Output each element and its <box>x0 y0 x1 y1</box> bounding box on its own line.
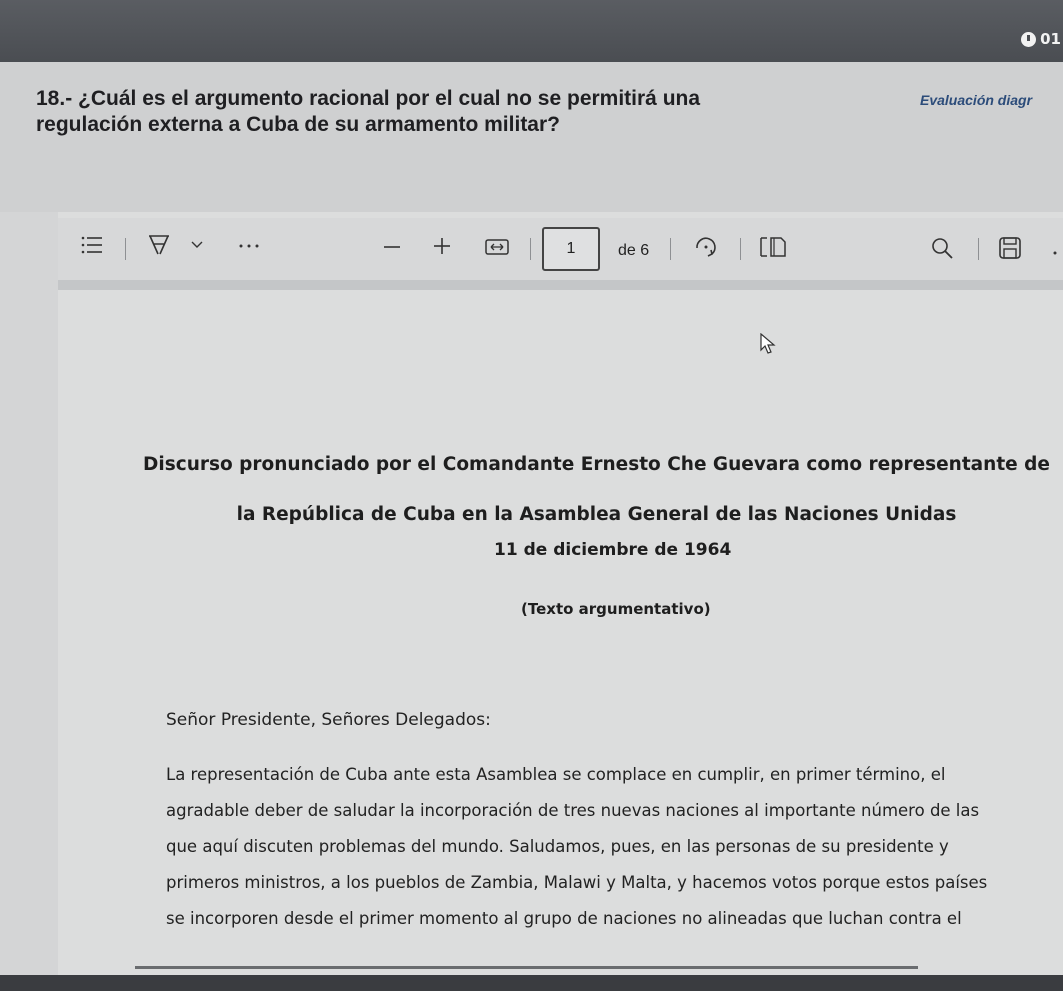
zoom-out-icon[interactable] <box>382 240 402 254</box>
toolbar-divider <box>58 280 1063 290</box>
paragraph-line: que aquí discuten problemas del mundo. S… <box>166 837 949 856</box>
paragraph-line: se incorporen desde el primer momento al… <box>166 909 962 928</box>
paragraph-line: La representación de Cuba ante esta Asam… <box>166 765 946 784</box>
document-type: (Texto argumentativo) <box>521 600 711 618</box>
timer: 01 <box>1021 30 1061 48</box>
evaluation-label: Evaluación diagr <box>920 92 1033 108</box>
overflow-dot-icon[interactable] <box>1052 250 1058 256</box>
paragraph: La representación de Cuba ante esta Asam… <box>166 757 1056 937</box>
page-number-input[interactable]: 1 <box>542 227 600 271</box>
paragraph-line: primeros ministros, a los pueblos de Zam… <box>166 873 988 892</box>
toolbar-separator <box>125 238 126 260</box>
document-title-line-1: Discurso pronunciado por el Comandante E… <box>143 454 1050 475</box>
contents-icon[interactable] <box>80 234 104 256</box>
toolbar-separator <box>530 238 531 260</box>
chevron-down-icon[interactable] <box>190 240 204 250</box>
salutation: Señor Presidente, Señores Delegados: <box>166 710 491 730</box>
timer-text: 01 <box>1040 30 1061 48</box>
bottom-bar <box>0 975 1063 991</box>
more-icon[interactable] <box>238 242 260 250</box>
question-text: 18.- ¿Cuál es el argumento racional por … <box>36 86 856 138</box>
question-line-2: regulación externa a Cuba de su armament… <box>36 113 560 136</box>
document-title: Discurso pronunciado por el Comandante E… <box>130 440 1063 540</box>
zoom-in-icon[interactable] <box>432 236 452 256</box>
save-icon[interactable] <box>998 236 1022 260</box>
search-icon[interactable] <box>930 236 954 260</box>
horizontal-scrollbar[interactable] <box>135 966 918 969</box>
clock-icon <box>1021 31 1037 47</box>
draw-icon[interactable] <box>146 232 172 258</box>
page-total-label: de 6 <box>618 242 650 259</box>
toolbar-separator <box>978 238 979 260</box>
rotate-icon[interactable] <box>692 234 720 260</box>
question-line-1: 18.- ¿Cuál es el argumento racional por … <box>36 87 701 110</box>
top-bar <box>0 0 1063 62</box>
fit-width-icon[interactable] <box>484 237 510 257</box>
paragraph-line: agradable deber de saludar la incorporac… <box>166 801 980 820</box>
document-title-line-2: la República de Cuba en la Asamblea Gene… <box>236 504 957 525</box>
page-view-icon[interactable] <box>758 235 788 259</box>
document-date: 11 de diciembre de 1964 <box>494 540 732 560</box>
toolbar-separator <box>670 238 671 260</box>
toolbar-separator <box>740 238 741 260</box>
